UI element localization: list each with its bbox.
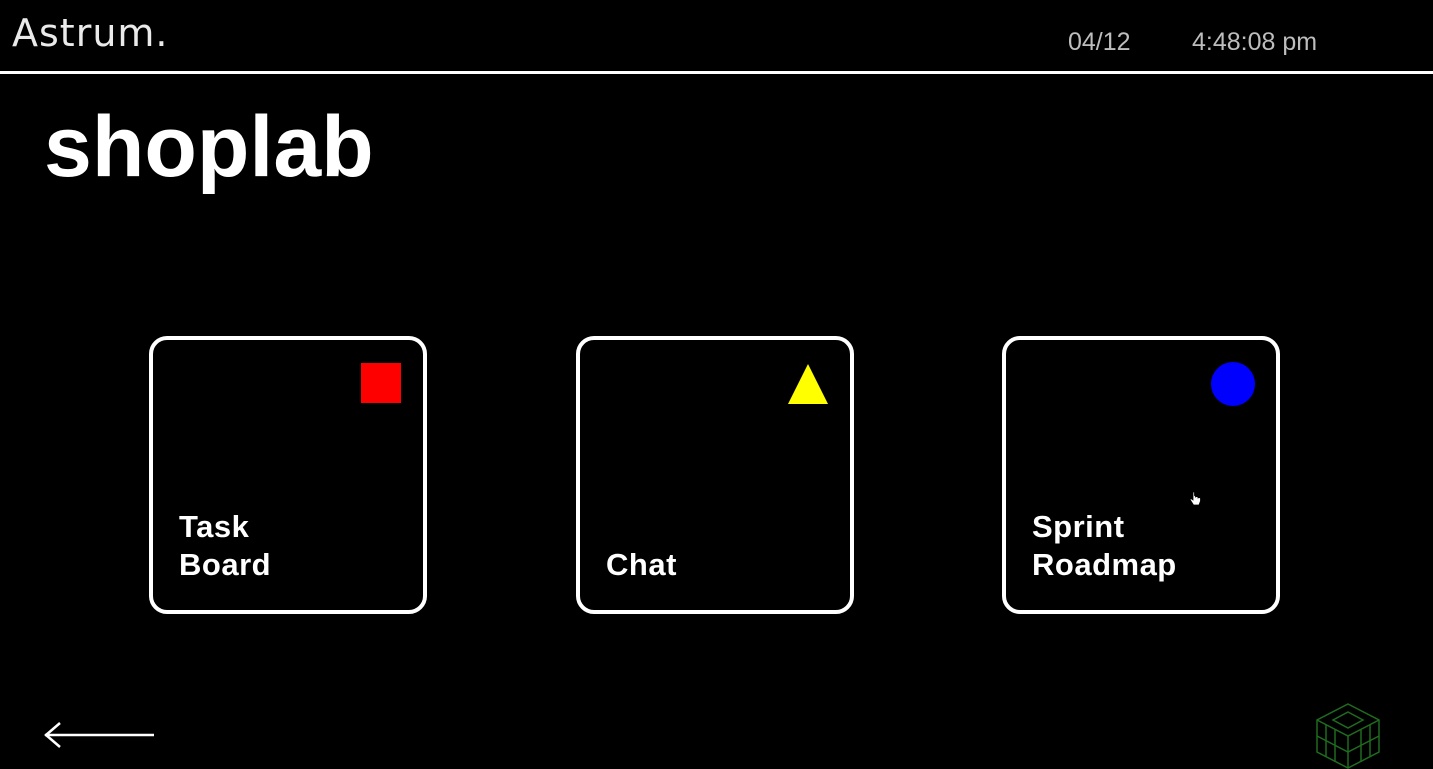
cube-logo-icon bbox=[1316, 703, 1380, 769]
home-screen: Astrum. 04/12 4:48:08 pm shoplab Task Bo… bbox=[0, 0, 1433, 769]
sprint-roadmap-tile[interactable]: Sprint Roadmap bbox=[1002, 336, 1280, 614]
circle-icon bbox=[1211, 362, 1255, 406]
top-bar: Astrum. 04/12 4:48:08 pm bbox=[0, 0, 1433, 74]
header-divider bbox=[0, 71, 1433, 74]
tile-label: Chat bbox=[606, 547, 677, 583]
tile-label: Sprint Roadmap bbox=[1032, 509, 1177, 583]
task-board-tile[interactable]: Task Board bbox=[149, 336, 427, 614]
triangle-icon bbox=[788, 364, 828, 404]
square-icon bbox=[361, 363, 401, 403]
left-arrow-icon[interactable] bbox=[42, 720, 158, 750]
chat-tile[interactable]: Chat bbox=[576, 336, 854, 614]
tile-label: Task Board bbox=[179, 509, 272, 583]
page-title: shoplab bbox=[44, 99, 374, 195]
brand-name: Astrum. bbox=[12, 11, 169, 55]
hand-cursor-icon bbox=[1189, 491, 1201, 506]
date-display: 04/12 bbox=[1068, 28, 1131, 56]
time-display: 4:48:08 pm bbox=[1192, 28, 1318, 56]
